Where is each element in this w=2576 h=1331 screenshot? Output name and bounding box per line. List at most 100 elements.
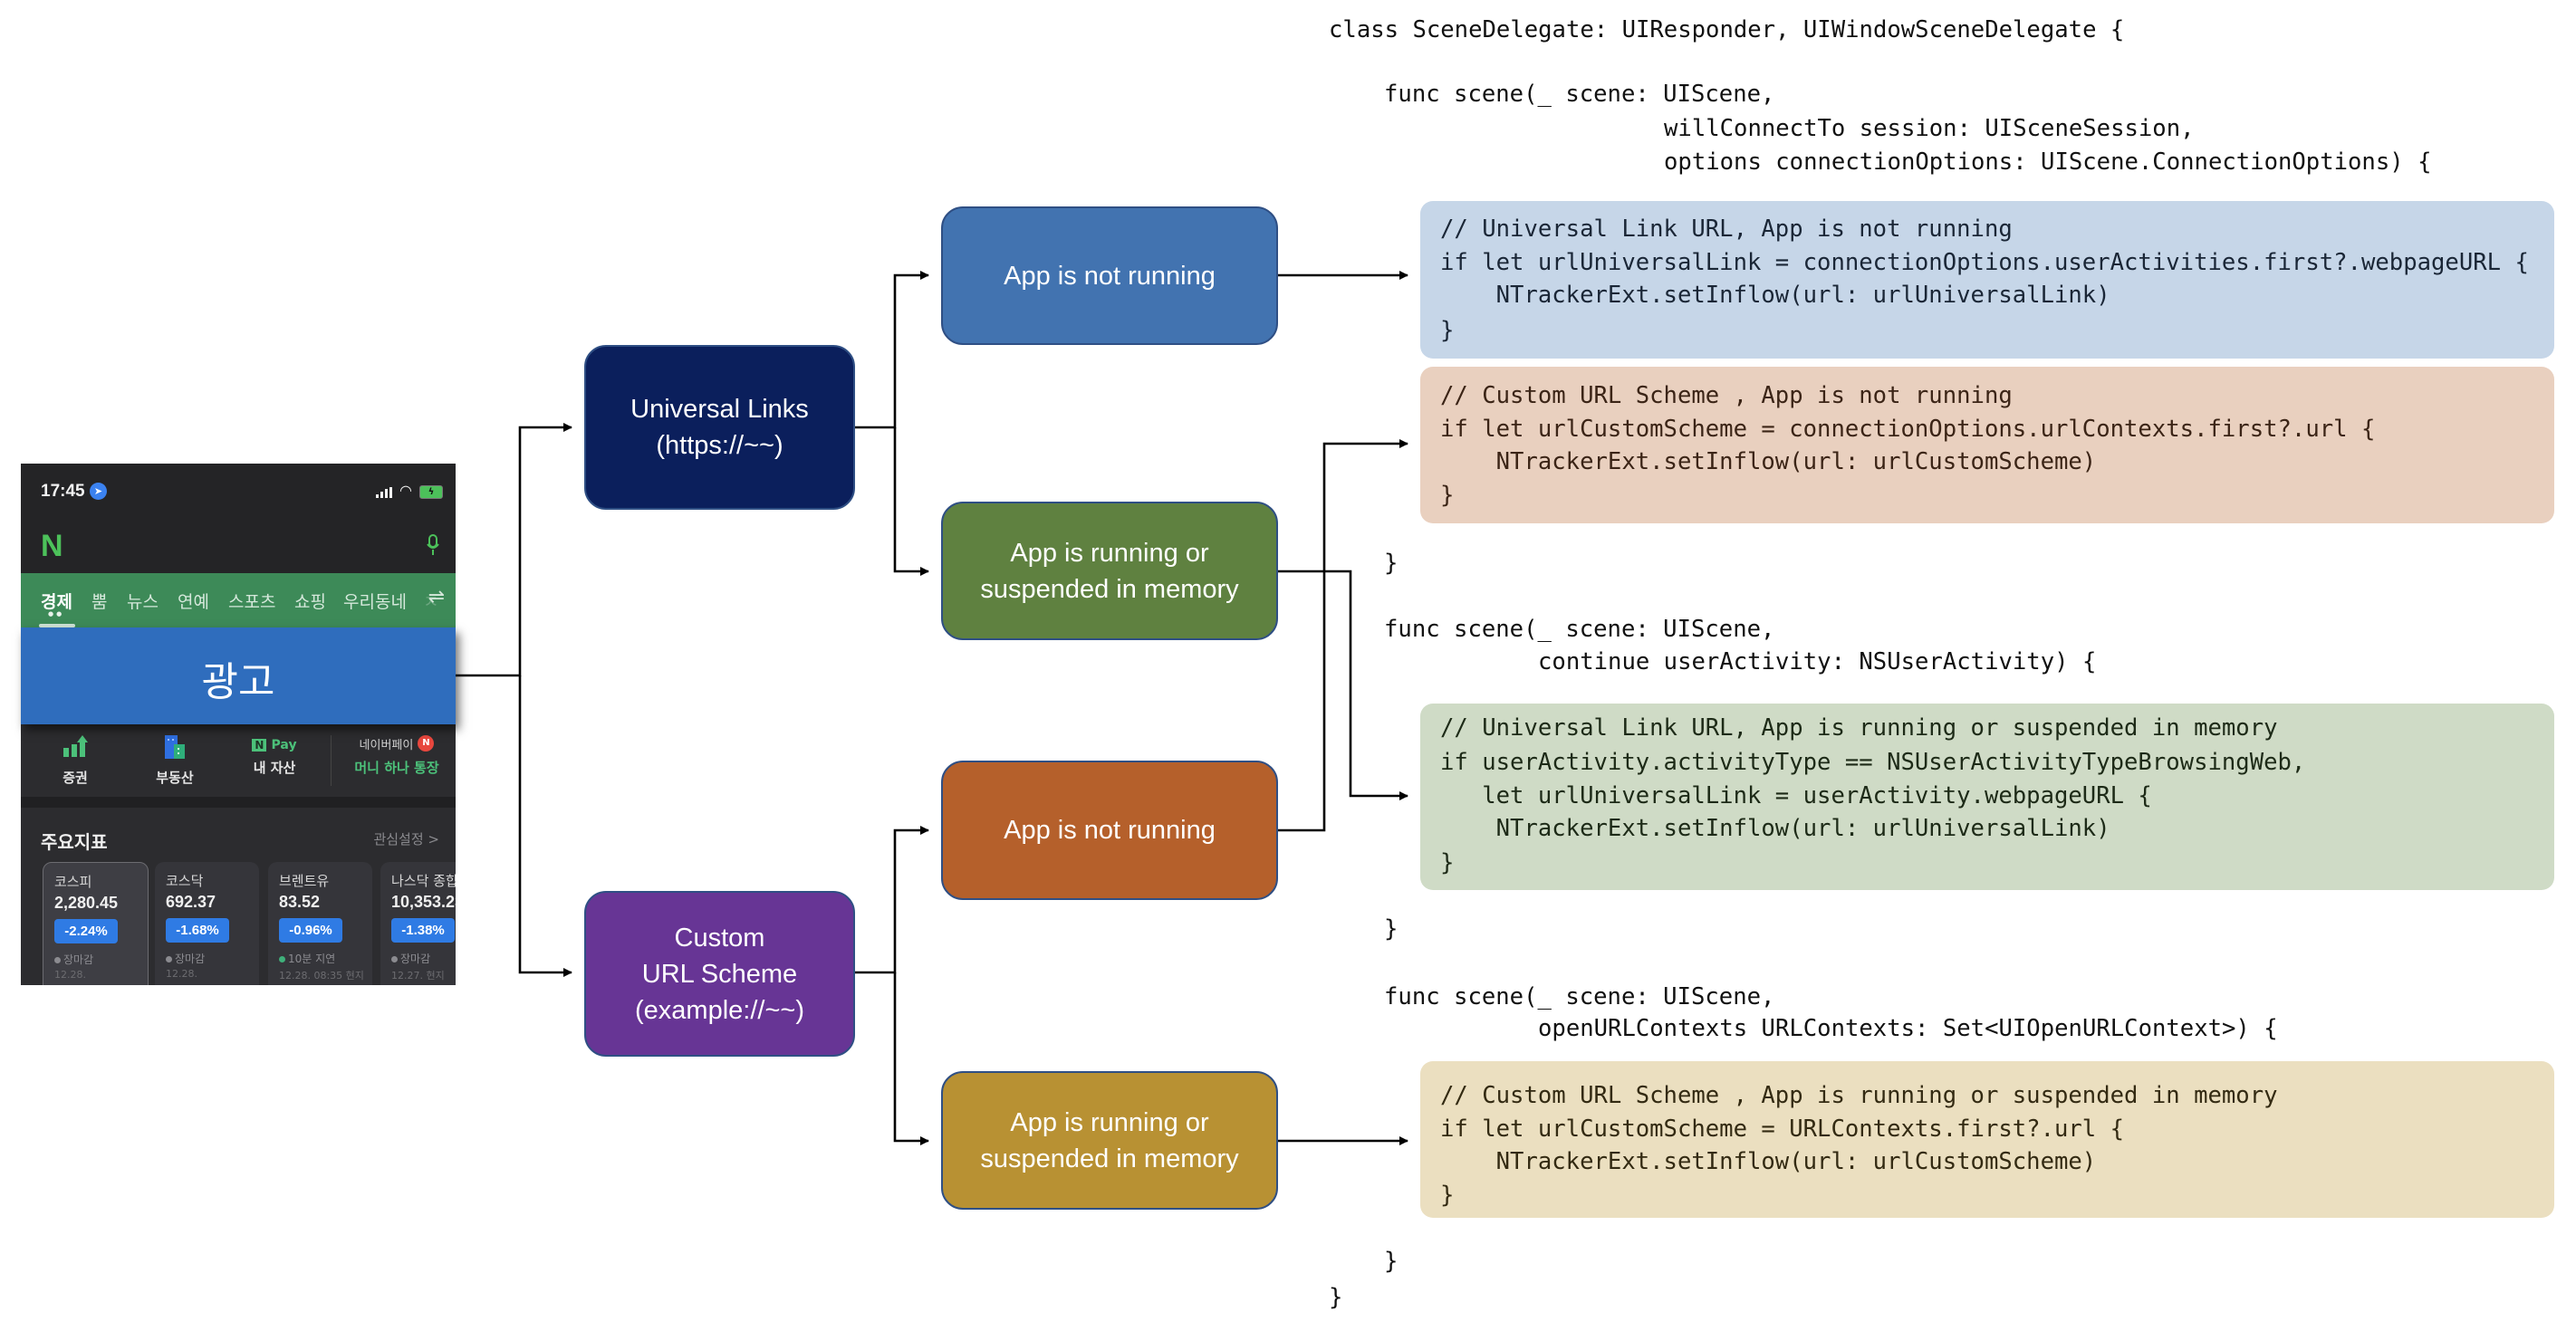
card-value: 692.37: [166, 893, 216, 911]
connector-ul-running-to-code: [1278, 570, 1408, 800]
tab-news[interactable]: 뉴스: [127, 589, 159, 613]
card-change-badge: -2.24%: [54, 919, 118, 943]
connector-ul-to-not-running: [855, 271, 929, 429]
card-status: 장마감: [54, 952, 93, 967]
code-comment: // Universal Link URL, App is not runnin…: [1440, 215, 2013, 243]
section-title: 주요지표: [41, 831, 108, 853]
interest-settings-link[interactable]: 관심설정 >: [373, 829, 439, 848]
card-change-badge: -1.68%: [166, 918, 229, 943]
battery-charging-icon: ϟ: [419, 485, 443, 499]
shortcut-row: 증권 부동산 N Pay 내 자산 네이버페이 N 머니 하나 통장: [21, 724, 456, 797]
shortcut-my-assets[interactable]: N Pay 내 자산: [229, 735, 320, 777]
card-value: 2,280.45: [54, 894, 119, 912]
connector-cs-to-not-running: [855, 826, 929, 974]
node-ul-app-not-running: App is not running: [941, 206, 1278, 345]
node-cs-app-not-running: App is not running: [941, 761, 1278, 900]
tab-ppum[interactable]: 뿜: [91, 589, 107, 613]
tab-sports[interactable]: 스포츠: [228, 589, 275, 613]
shortcut-naverpay-money[interactable]: 네이버페이 N 머니 하나 통장: [347, 735, 447, 777]
notification-badge: N: [418, 735, 435, 752]
key-indicators-section: 주요지표 관심설정 > 코스피 2,280.45 -2.24% 장마감 12.2…: [21, 808, 456, 985]
diagram-canvas: 17:45 ➤ ◠ ϟ N 경제 뿜 뉴스 연예 스포츠 쇼핑 우리동네 ㅈ ●…: [0, 0, 2576, 1331]
naverpay-label: 네이버페이: [359, 739, 414, 752]
code-func-close: }: [1384, 1248, 1399, 1275]
code-class-declaration: class SceneDelegate: UIResponder, UIWind…: [1329, 16, 2125, 43]
connector-cs-to-running: [893, 972, 929, 1145]
ad-label: 광고: [201, 659, 275, 705]
indicator-card[interactable]: 나스닥 종합 10,353.23 -1.38% 장마감 12.27. 현지: [380, 862, 456, 985]
card-value: 83.52: [279, 893, 321, 911]
code-line: if let urlUniversalLink = connectionOpti…: [1440, 249, 2529, 276]
connector-ad-to-universal-links: [456, 423, 572, 677]
code-line: }: [1440, 1182, 1455, 1209]
tab-shopping[interactable]: 쇼핑: [294, 589, 326, 613]
card-date: 12.28.: [54, 969, 86, 981]
shortcut-label: 머니 하나 통장: [354, 760, 439, 776]
node-cs-app-running: App is running or suspended in memory: [941, 1071, 1278, 1210]
code-line: NTrackerExt.setInflow(url: urlCustomSche…: [1440, 1148, 2097, 1175]
status-time: 17:45: [41, 482, 85, 501]
code-func-open-url: func scene(_ scene: UIScene,: [1384, 983, 1775, 1010]
node-ul-app-running: App is running or suspended in memory: [941, 502, 1278, 640]
code-func-will-connect-param: willConnectTo session: UISceneSession,: [1664, 115, 2195, 142]
indicator-card[interactable]: 코스피 2,280.45 -2.24% 장마감 12.28.: [43, 862, 149, 985]
code-func-close: }: [1384, 550, 1399, 577]
node-custom-url-scheme: Custom URL Scheme (example://~~): [584, 891, 855, 1057]
code-comment: // Universal Link URL, App is running or…: [1440, 714, 2278, 742]
code-func-close: }: [1384, 915, 1399, 943]
card-name: 코스닥: [166, 873, 204, 889]
category-tab-bar: 경제 뿜 뉴스 연예 스포츠 쇼핑 우리동네 ㅈ ●● ⇌: [21, 573, 456, 627]
card-name: 브렌트유: [279, 873, 330, 889]
naver-logo: N: [41, 529, 63, 563]
phone-screenshot: 17:45 ➤ ◠ ϟ N 경제 뿜 뉴스 연예 스포츠 쇼핑 우리동네 ㅈ ●…: [21, 464, 456, 985]
code-line: if let urlCustomScheme = URLContexts.fir…: [1440, 1116, 2125, 1143]
shortcut-label: 증권: [62, 770, 88, 786]
code-func-continue: func scene(_ scene: UIScene,: [1384, 616, 1775, 643]
code-line: NTrackerExt.setInflow(url: urlCustomSche…: [1440, 448, 2097, 475]
status-dot-icon: [54, 957, 61, 963]
tab-economy[interactable]: 경제: [41, 589, 72, 613]
divider: [331, 735, 332, 786]
code-func-will-connect-param: options connectionOptions: UIScene.Conne…: [1664, 148, 2432, 176]
building-icon: [165, 735, 185, 759]
shortcut-label: 부동산: [156, 770, 194, 786]
signal-icon: [376, 487, 394, 498]
stock-chart-icon: [63, 735, 88, 757]
connector-ul-to-running: [893, 427, 929, 576]
indicator-card[interactable]: 코스닥 692.37 -1.68% 장마감 12.28.: [155, 862, 259, 985]
ad-banner[interactable]: 광고: [21, 627, 456, 724]
app-header: N: [21, 525, 456, 573]
shortcut-stocks[interactable]: 증권: [30, 735, 120, 787]
section-divider: [21, 797, 456, 808]
code-func-continue-param: continue userActivity: NSUserActivity) {: [1538, 648, 2097, 675]
card-value: 10,353.23: [391, 893, 456, 911]
code-line: }: [1440, 317, 1455, 344]
npay-icon: N Pay: [252, 735, 297, 752]
code-line: if let urlCustomScheme = connectionOptio…: [1440, 416, 2376, 443]
card-date: 12.28.: [166, 968, 197, 980]
card-status: 장마감: [391, 951, 430, 966]
tab-neighborhood[interactable]: 우리동네: [343, 589, 407, 613]
microphone-icon[interactable]: [427, 534, 439, 556]
code-comment: // Custom URL Scheme , App is running or…: [1440, 1082, 2278, 1109]
card-name: 나스닥 종합: [391, 873, 456, 889]
tab-entertainment[interactable]: 연예: [178, 589, 209, 613]
code-line: if userActivity.activityType == NSUserAc…: [1440, 749, 2306, 776]
card-change-badge: -0.96%: [279, 918, 342, 943]
card-change-badge: -1.38%: [391, 918, 455, 943]
card-name: 코스피: [54, 874, 92, 890]
shortcut-real-estate[interactable]: 부동산: [130, 735, 220, 787]
status-dot-icon: [166, 956, 172, 962]
node-universal-links: Universal Links (https://~~): [584, 345, 855, 510]
wifi-icon: ◠: [399, 482, 412, 499]
indicator-card[interactable]: 브렌트유 83.52 -0.96% 10분 지연 12.28. 08:35 현지: [268, 862, 372, 985]
status-dot-icon: [391, 956, 398, 962]
code-line: NTrackerExt.setInflow(url: urlUniversalL…: [1440, 815, 2110, 842]
swap-arrows-icon[interactable]: ⇌: [428, 586, 445, 608]
code-line: }: [1440, 482, 1455, 509]
shortcut-label: 내 자산: [253, 760, 296, 776]
location-arrow-icon: ➤: [90, 483, 107, 500]
status-bar: 17:45 ➤ ◠ ϟ: [21, 464, 456, 525]
card-status: 장마감: [166, 951, 205, 966]
code-line: }: [1440, 849, 1455, 876]
